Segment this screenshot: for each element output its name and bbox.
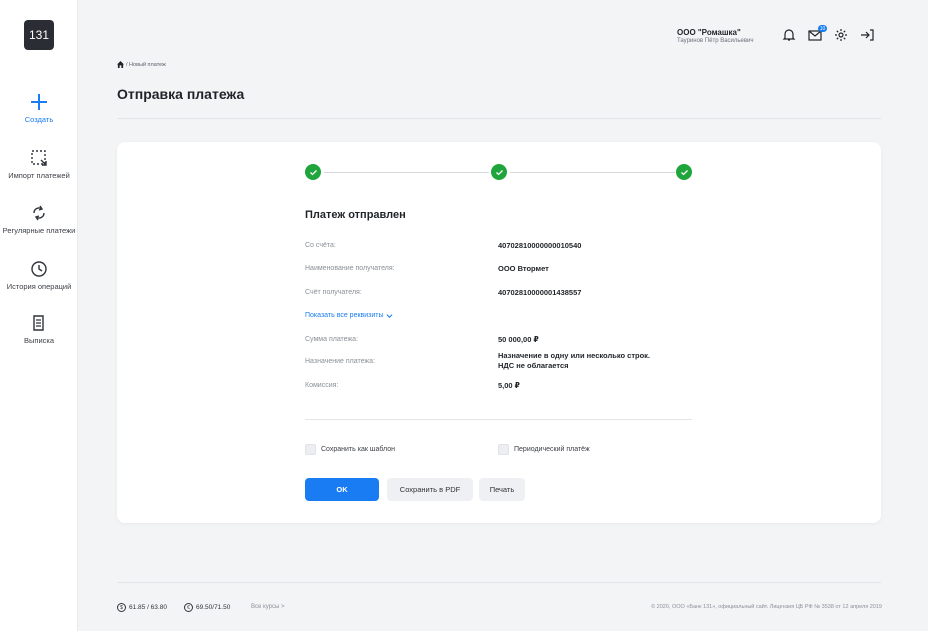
from-account-label: Со счёта: xyxy=(305,242,336,249)
recipient-name-value: ООО Втормет xyxy=(498,264,549,273)
step-line xyxy=(324,172,489,173)
gear-icon[interactable] xyxy=(834,28,848,42)
show-all-label: Показать все реквизиты xyxy=(305,312,384,319)
logout-icon[interactable] xyxy=(860,28,874,42)
sidebar-item-history[interactable]: История операций xyxy=(0,260,78,291)
chevron-down-icon xyxy=(386,314,393,318)
commission-label: Комиссия: xyxy=(305,382,339,389)
print-button[interactable]: Печать xyxy=(479,478,525,501)
company-name[interactable]: ООО "Ромашка" xyxy=(677,28,741,37)
card-heading: Платеж отправлен xyxy=(305,209,406,221)
save-template-checkbox[interactable] xyxy=(305,444,316,455)
import-icon xyxy=(31,150,47,166)
eur-rate-value: 69.50/71.50 xyxy=(196,604,231,611)
sidebar-item-import[interactable]: Импорт платежей xyxy=(0,149,78,180)
eur-rate: € 69.50/71.50 xyxy=(184,603,230,612)
mail-badge: 10 xyxy=(818,25,827,32)
copyright: © 2020, ООО «Банк 131», официальный сайт… xyxy=(651,604,882,610)
sidebar: 131 Создать Импорт платежей Регулярные п… xyxy=(0,0,78,631)
purpose-line-1: Назначение в одну или несколько строк. xyxy=(498,351,650,360)
step-1-check-icon xyxy=(305,164,321,180)
periodic-payment-checkbox[interactable] xyxy=(498,444,509,455)
payment-card: Платеж отправлен Со счёта: 4070281000000… xyxy=(117,142,881,523)
dollar-icon: $ xyxy=(117,603,126,612)
breadcrumb: / Новый платеж xyxy=(117,61,166,68)
save-template-label: Сохранить как шаблон xyxy=(321,446,395,453)
divider xyxy=(117,582,881,583)
recipient-account-value: 40702810000001438557 xyxy=(498,288,582,297)
step-line xyxy=(510,172,675,173)
from-account-value: 40702810000000010540 xyxy=(498,241,582,250)
purpose-label: Назначение платежа: xyxy=(305,358,375,365)
page-title: Отправка платежа xyxy=(117,86,245,102)
amount-label: Сумма платежа: xyxy=(305,336,359,343)
sidebar-item-create[interactable]: Создать xyxy=(0,93,78,124)
step-2-check-icon xyxy=(491,164,507,180)
sidebar-item-label: Регулярные платежи xyxy=(2,226,76,235)
divider xyxy=(305,419,692,420)
sidebar-item-label: Выписка xyxy=(23,336,54,345)
show-all-details-link[interactable]: Показать все реквизиты xyxy=(305,312,393,319)
document-icon xyxy=(33,315,44,331)
sidebar-item-label: Создать xyxy=(24,115,54,124)
plus-icon xyxy=(31,94,47,110)
sidebar-item-regular[interactable]: Регулярные платежи xyxy=(0,204,78,235)
periodic-payment-label: Периодический платёж xyxy=(514,446,590,453)
refresh-icon xyxy=(33,205,45,221)
user-name: Тауринов Пётр Васильевич xyxy=(677,38,754,44)
divider xyxy=(117,118,881,119)
amount-value: 50 000,00 ₽ xyxy=(498,335,539,344)
save-template-option[interactable]: Сохранить как шаблон xyxy=(305,444,395,455)
sidebar-item-statement[interactable]: Выписка xyxy=(0,314,78,345)
save-pdf-button[interactable]: Сохранить в PDF xyxy=(387,478,473,501)
recipient-name-label: Наименование получателя: xyxy=(305,265,395,272)
purpose-line-2: НДС не облагается xyxy=(498,361,569,370)
euro-icon: € xyxy=(184,603,193,612)
periodic-payment-option[interactable]: Периодический платёж xyxy=(498,444,590,455)
usd-rate: $ 61.85 / 63.80 xyxy=(117,603,167,612)
clock-icon xyxy=(31,261,47,277)
step-3-check-icon xyxy=(676,164,692,180)
commission-value: 5,00 ₽ xyxy=(498,381,520,390)
usd-rate-value: 61.85 / 63.80 xyxy=(129,604,167,611)
bell-icon[interactable] xyxy=(782,28,796,42)
home-icon[interactable] xyxy=(117,61,124,68)
sidebar-item-label: История операций xyxy=(6,282,72,291)
all-rates-link[interactable]: Все курсы > xyxy=(251,604,284,610)
recipient-account-label: Счёт получателя: xyxy=(305,289,362,296)
breadcrumb-current: / Новый платеж xyxy=(126,61,166,68)
ok-button[interactable]: OK xyxy=(305,478,379,501)
bank-logo[interactable]: 131 xyxy=(24,20,54,50)
sidebar-item-label: Импорт платежей xyxy=(8,171,70,180)
purpose-value: Назначение в одну или несколько строк. Н… xyxy=(498,351,650,371)
